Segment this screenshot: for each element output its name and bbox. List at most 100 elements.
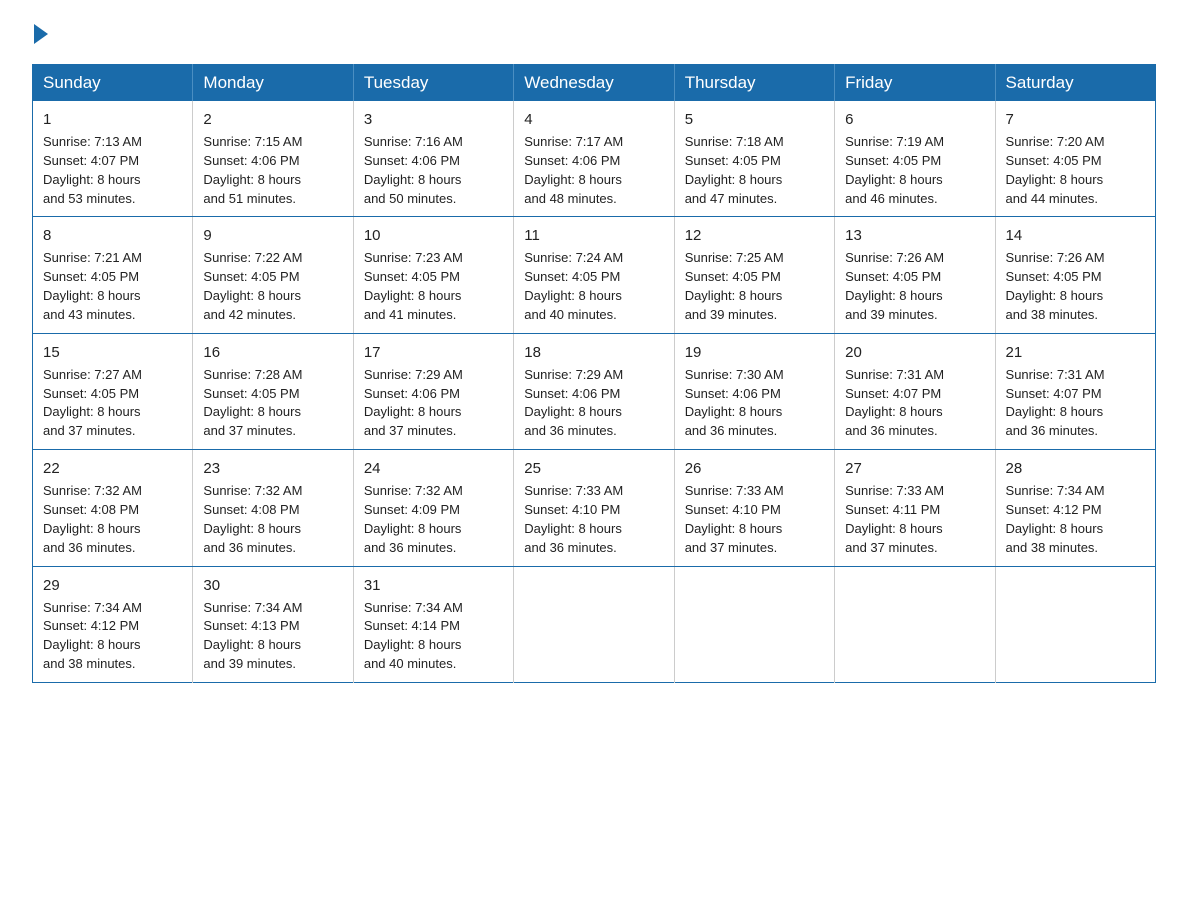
page-header: [32, 24, 1156, 44]
day-number: 24: [364, 458, 503, 479]
calendar-cell: 30 Sunrise: 7:34 AMSunset: 4:13 PMDayligh…: [193, 566, 353, 682]
day-number: 29: [43, 575, 182, 596]
day-info: Sunrise: 7:34 AMSunset: 4:13 PMDaylight:…: [203, 599, 342, 674]
day-info: Sunrise: 7:32 AMSunset: 4:09 PMDaylight:…: [364, 482, 503, 557]
day-number: 11: [524, 225, 663, 246]
calendar-cell: 25 Sunrise: 7:33 AMSunset: 4:10 PMDayligh…: [514, 450, 674, 566]
calendar-cell: 19 Sunrise: 7:30 AMSunset: 4:06 PMDayligh…: [674, 333, 834, 449]
day-info: Sunrise: 7:32 AMSunset: 4:08 PMDaylight:…: [43, 482, 182, 557]
day-info: Sunrise: 7:13 AMSunset: 4:07 PMDaylight:…: [43, 133, 182, 208]
day-info: Sunrise: 7:19 AMSunset: 4:05 PMDaylight:…: [845, 133, 984, 208]
day-number: 28: [1006, 458, 1145, 479]
day-info: Sunrise: 7:31 AMSunset: 4:07 PMDaylight:…: [845, 366, 984, 441]
calendar-cell: 31 Sunrise: 7:34 AMSunset: 4:14 PMDayligh…: [353, 566, 513, 682]
calendar-cell: 20 Sunrise: 7:31 AMSunset: 4:07 PMDayligh…: [835, 333, 995, 449]
calendar-cell: 12 Sunrise: 7:25 AMSunset: 4:05 PMDayligh…: [674, 217, 834, 333]
calendar-cell: 9 Sunrise: 7:22 AMSunset: 4:05 PMDaylight…: [193, 217, 353, 333]
calendar-cell: 16 Sunrise: 7:28 AMSunset: 4:05 PMDayligh…: [193, 333, 353, 449]
logo-blue-part: [32, 24, 50, 44]
day-number: 17: [364, 342, 503, 363]
calendar-cell: 21 Sunrise: 7:31 AMSunset: 4:07 PMDayligh…: [995, 333, 1155, 449]
calendar-table: Sunday Monday Tuesday Wednesday Thursday…: [32, 64, 1156, 683]
day-number: 21: [1006, 342, 1145, 363]
day-number: 12: [685, 225, 824, 246]
calendar-week-row: 29 Sunrise: 7:34 AMSunset: 4:12 PMDayligh…: [33, 566, 1156, 682]
day-number: 8: [43, 225, 182, 246]
logo: [32, 24, 50, 44]
day-info: Sunrise: 7:28 AMSunset: 4:05 PMDaylight:…: [203, 366, 342, 441]
day-info: Sunrise: 7:33 AMSunset: 4:10 PMDaylight:…: [524, 482, 663, 557]
day-info: Sunrise: 7:34 AMSunset: 4:12 PMDaylight:…: [43, 599, 182, 674]
calendar-cell: 8 Sunrise: 7:21 AMSunset: 4:05 PMDaylight…: [33, 217, 193, 333]
day-number: 15: [43, 342, 182, 363]
day-info: Sunrise: 7:17 AMSunset: 4:06 PMDaylight:…: [524, 133, 663, 208]
day-number: 4: [524, 109, 663, 130]
day-number: 6: [845, 109, 984, 130]
calendar-cell: 14 Sunrise: 7:26 AMSunset: 4:05 PMDayligh…: [995, 217, 1155, 333]
header-wednesday: Wednesday: [514, 65, 674, 102]
day-number: 16: [203, 342, 342, 363]
day-info: Sunrise: 7:29 AMSunset: 4:06 PMDaylight:…: [524, 366, 663, 441]
calendar-week-row: 15 Sunrise: 7:27 AMSunset: 4:05 PMDayligh…: [33, 333, 1156, 449]
calendar-cell: 22 Sunrise: 7:32 AMSunset: 4:08 PMDayligh…: [33, 450, 193, 566]
day-number: 26: [685, 458, 824, 479]
calendar-cell: 17 Sunrise: 7:29 AMSunset: 4:06 PMDayligh…: [353, 333, 513, 449]
calendar-cell: 27 Sunrise: 7:33 AMSunset: 4:11 PMDayligh…: [835, 450, 995, 566]
day-info: Sunrise: 7:33 AMSunset: 4:11 PMDaylight:…: [845, 482, 984, 557]
day-info: Sunrise: 7:22 AMSunset: 4:05 PMDaylight:…: [203, 249, 342, 324]
header-saturday: Saturday: [995, 65, 1155, 102]
day-info: Sunrise: 7:21 AMSunset: 4:05 PMDaylight:…: [43, 249, 182, 324]
calendar-cell: [995, 566, 1155, 682]
day-info: Sunrise: 7:34 AMSunset: 4:14 PMDaylight:…: [364, 599, 503, 674]
day-info: Sunrise: 7:34 AMSunset: 4:12 PMDaylight:…: [1006, 482, 1145, 557]
day-info: Sunrise: 7:23 AMSunset: 4:05 PMDaylight:…: [364, 249, 503, 324]
header-tuesday: Tuesday: [353, 65, 513, 102]
day-info: Sunrise: 7:25 AMSunset: 4:05 PMDaylight:…: [685, 249, 824, 324]
day-info: Sunrise: 7:18 AMSunset: 4:05 PMDaylight:…: [685, 133, 824, 208]
day-number: 20: [845, 342, 984, 363]
calendar-cell: [835, 566, 995, 682]
calendar-cell: 2 Sunrise: 7:15 AMSunset: 4:06 PMDaylight…: [193, 101, 353, 217]
weekday-header-row: Sunday Monday Tuesday Wednesday Thursday…: [33, 65, 1156, 102]
calendar-week-row: 22 Sunrise: 7:32 AMSunset: 4:08 PMDayligh…: [33, 450, 1156, 566]
calendar-cell: 5 Sunrise: 7:18 AMSunset: 4:05 PMDaylight…: [674, 101, 834, 217]
day-info: Sunrise: 7:16 AMSunset: 4:06 PMDaylight:…: [364, 133, 503, 208]
day-number: 14: [1006, 225, 1145, 246]
calendar-week-row: 8 Sunrise: 7:21 AMSunset: 4:05 PMDaylight…: [33, 217, 1156, 333]
day-info: Sunrise: 7:30 AMSunset: 4:06 PMDaylight:…: [685, 366, 824, 441]
day-info: Sunrise: 7:31 AMSunset: 4:07 PMDaylight:…: [1006, 366, 1145, 441]
logo-arrow-icon: [34, 24, 48, 44]
calendar-cell: 3 Sunrise: 7:16 AMSunset: 4:06 PMDaylight…: [353, 101, 513, 217]
day-number: 2: [203, 109, 342, 130]
day-number: 19: [685, 342, 824, 363]
header-friday: Friday: [835, 65, 995, 102]
day-info: Sunrise: 7:33 AMSunset: 4:10 PMDaylight:…: [685, 482, 824, 557]
calendar-cell: 23 Sunrise: 7:32 AMSunset: 4:08 PMDayligh…: [193, 450, 353, 566]
day-number: 30: [203, 575, 342, 596]
day-number: 25: [524, 458, 663, 479]
calendar-cell: [674, 566, 834, 682]
header-thursday: Thursday: [674, 65, 834, 102]
day-info: Sunrise: 7:27 AMSunset: 4:05 PMDaylight:…: [43, 366, 182, 441]
day-info: Sunrise: 7:29 AMSunset: 4:06 PMDaylight:…: [364, 366, 503, 441]
day-number: 7: [1006, 109, 1145, 130]
calendar-cell: 28 Sunrise: 7:34 AMSunset: 4:12 PMDayligh…: [995, 450, 1155, 566]
day-number: 22: [43, 458, 182, 479]
day-number: 3: [364, 109, 503, 130]
calendar-cell: 1Sunrise: 7:13 AMSunset: 4:07 PMDaylight…: [33, 101, 193, 217]
calendar-cell: 11 Sunrise: 7:24 AMSunset: 4:05 PMDayligh…: [514, 217, 674, 333]
day-info: Sunrise: 7:26 AMSunset: 4:05 PMDaylight:…: [1006, 249, 1145, 324]
header-monday: Monday: [193, 65, 353, 102]
day-number: 10: [364, 225, 503, 246]
day-number: 13: [845, 225, 984, 246]
calendar-cell: 13Sunrise: 7:26 AMSunset: 4:05 PMDayligh…: [835, 217, 995, 333]
day-info: Sunrise: 7:32 AMSunset: 4:08 PMDaylight:…: [203, 482, 342, 557]
day-number: 23: [203, 458, 342, 479]
day-number: 9: [203, 225, 342, 246]
day-number: 31: [364, 575, 503, 596]
day-info: Sunrise: 7:24 AMSunset: 4:05 PMDaylight:…: [524, 249, 663, 324]
day-info: Sunrise: 7:15 AMSunset: 4:06 PMDaylight:…: [203, 133, 342, 208]
day-number: 5: [685, 109, 824, 130]
day-number: 27: [845, 458, 984, 479]
calendar-cell: 18Sunrise: 7:29 AMSunset: 4:06 PMDayligh…: [514, 333, 674, 449]
